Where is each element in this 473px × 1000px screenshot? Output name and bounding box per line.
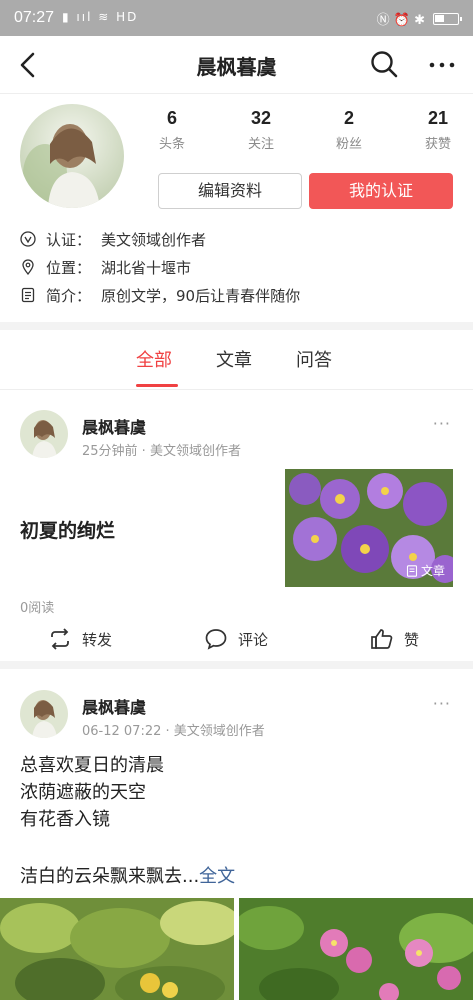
stat-likes[interactable]: 21 获赞 (408, 108, 468, 152)
repost-icon (51, 628, 69, 650)
edit-profile-button[interactable]: 编辑资料 (158, 173, 302, 209)
comment-icon (205, 629, 227, 650)
stat-label: 粉丝 (335, 137, 362, 152)
search-icon[interactable] (369, 49, 399, 79)
stat-value: 32 (250, 108, 272, 128)
post-author-avatar[interactable] (20, 690, 68, 738)
post-author-avatar[interactable] (20, 410, 68, 458)
status-time: 07:27 (14, 9, 55, 26)
like-button[interactable]: 赞 (370, 626, 419, 652)
post-body[interactable]: 总喜欢夏日的清晨 浓荫遮蔽的天空 有花香入镜 (20, 752, 164, 833)
info-value: 美文领域创作者 (101, 230, 207, 249)
post-more-button[interactable]: ··· (433, 414, 451, 433)
page-title: 晨枫暮虞 (196, 55, 277, 79)
info-value: 原创文学，90后让青春伴随你 (101, 286, 301, 305)
info-location: 位置： 湖北省十堰市 (20, 255, 191, 279)
info-certification: 认证： 美文领域创作者 (20, 227, 206, 251)
post-image-1[interactable] (0, 898, 234, 1000)
post-author-name[interactable]: 晨枫暮虞 (82, 694, 146, 718)
section-divider (0, 322, 473, 330)
info-key: 认证： (46, 230, 92, 249)
battery-level (435, 14, 444, 22)
repost-button[interactable]: 转发 (48, 626, 112, 652)
stat-value: 2 (343, 108, 354, 128)
comment-label: 评论 (238, 630, 269, 649)
stat-headlines[interactable]: 6 头条 (142, 108, 202, 152)
stat-followers[interactable]: 2 粉丝 (319, 108, 379, 152)
active-tab-indicator (136, 384, 178, 387)
article-badge-label: 文章 (420, 564, 445, 578)
stat-label: 头条 (158, 137, 185, 152)
full-text-link[interactable]: 全文 (199, 866, 235, 887)
info-value: 湖北省十堰市 (101, 258, 192, 277)
status-bar: 07:27 ▮ ııl ≋ HD Ⓝ ⏰ ✱ (0, 0, 473, 36)
tab-divider (0, 389, 473, 390)
stat-following[interactable]: 32 关注 (231, 108, 291, 152)
system-icons: Ⓝ ⏰ ✱ (376, 13, 425, 28)
post-more-button[interactable]: ··· (433, 694, 451, 713)
like-label: 赞 (404, 630, 420, 649)
signal-wifi-icons: ▮ ııl ≋ HD (62, 10, 139, 24)
tab-all[interactable]: 全部 (136, 346, 172, 372)
post-line: 有花香入镜 (20, 809, 110, 830)
post-meta: 25分钟前 · 美文领域创作者 (82, 444, 241, 459)
post-line: 浓荫遮蔽的天空 (20, 782, 146, 803)
repost-label: 转发 (82, 630, 113, 649)
post-excerpt-text: 洁白的云朵飘来飘去... (20, 866, 200, 887)
my-certification-button[interactable]: 我的认证 (309, 173, 453, 209)
article-badge: 文章 (406, 562, 445, 579)
stat-label: 获赞 (424, 137, 451, 152)
stat-label: 关注 (247, 137, 274, 152)
battery-icon (433, 12, 462, 25)
post-meta: 06-12 07:22 · 美文领域创作者 (82, 724, 265, 739)
location-pin-icon (22, 259, 34, 275)
article-doc-icon (406, 564, 418, 577)
document-icon (21, 287, 35, 303)
verified-badge-icon (20, 231, 36, 247)
info-key: 简介： (46, 286, 92, 305)
stat-value: 21 (427, 108, 449, 128)
read-count: 0阅读 (20, 601, 55, 616)
tab-articles[interactable]: 文章 (216, 346, 252, 372)
tab-qa[interactable]: 问答 (296, 346, 332, 372)
post-line: 总喜欢夏日的清晨 (20, 755, 164, 776)
article-title[interactable]: 初夏的绚烂 (20, 516, 115, 543)
top-nav-bar: 晨枫暮虞 (0, 36, 473, 94)
info-key: 位置： (46, 258, 92, 277)
article-thumbnail[interactable]: 文章 (285, 469, 453, 587)
post-excerpt: 洁白的云朵飘来飘去...全文 (20, 862, 235, 888)
status-right-icons: Ⓝ ⏰ ✱ (376, 9, 462, 28)
comment-button[interactable]: 评论 (204, 626, 268, 652)
profile-avatar[interactable] (20, 104, 124, 208)
post-author-name[interactable]: 晨枫暮虞 (82, 414, 146, 438)
post-divider (0, 661, 473, 669)
post-image-2[interactable] (239, 898, 473, 1000)
stat-value: 6 (166, 108, 177, 128)
thumbs-up-icon (371, 629, 393, 649)
info-bio: 简介： 原创文学，90后让青春伴随你 (20, 283, 300, 307)
more-horizontal-icon[interactable] (427, 50, 457, 80)
